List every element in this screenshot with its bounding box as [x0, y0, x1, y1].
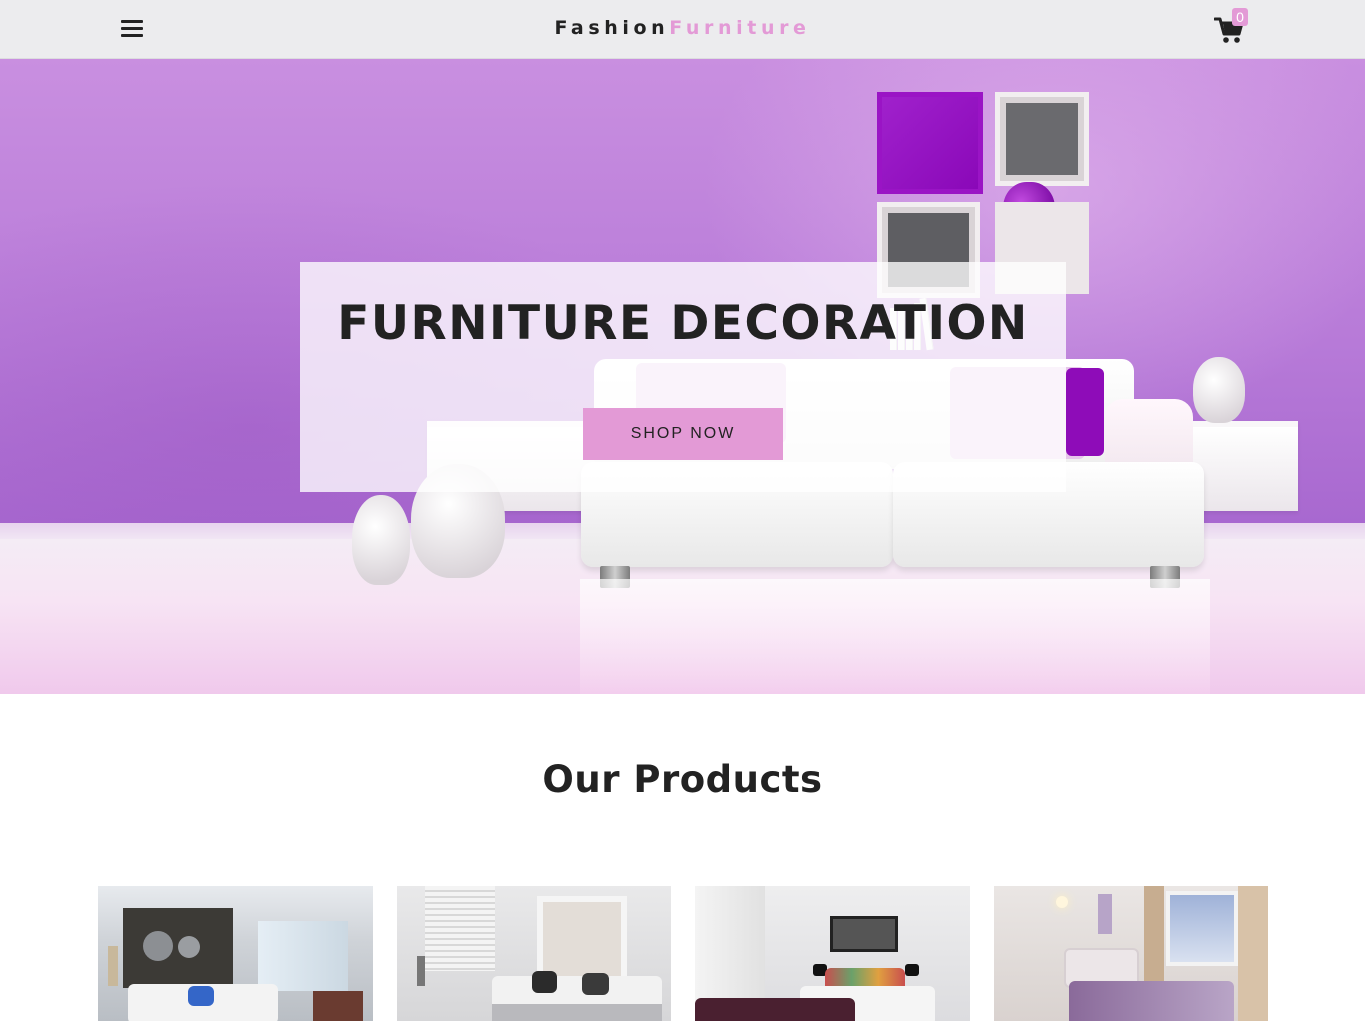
- products-section-title: Our Products: [542, 758, 823, 801]
- brand-name-primary: Fashion: [554, 17, 670, 39]
- product-card[interactable]: [695, 886, 970, 1021]
- wall-shelf-open-top: [995, 92, 1089, 186]
- pillow-purple: [1066, 368, 1104, 456]
- white-vase-right: [1193, 357, 1245, 423]
- hero-banner: FURNITURE DECORATION SHOP NOW: [0, 59, 1365, 694]
- wall-shelf-purple: [877, 92, 983, 194]
- product-card[interactable]: [994, 886, 1268, 1021]
- white-vase-small: [352, 495, 410, 585]
- bedroom-photo-4: [994, 886, 1268, 1021]
- bedroom-photo-2: [397, 886, 671, 1021]
- product-card[interactable]: [397, 886, 671, 1021]
- floor-reflection: [580, 579, 1210, 694]
- brand-name-accent: Furniture: [669, 17, 811, 39]
- bedroom-photo-3: [695, 886, 970, 1021]
- bedroom-photo-1: [98, 886, 373, 1021]
- cart-button[interactable]: 0: [1214, 8, 1250, 46]
- site-header: FashionFurniture 0: [0, 0, 1365, 59]
- hero-title: FURNITURE DECORATION: [337, 296, 1029, 351]
- brand-logo[interactable]: FashionFurniture: [0, 17, 1365, 39]
- cart-count-badge: 0: [1232, 8, 1248, 26]
- shop-now-button[interactable]: SHOP NOW: [583, 408, 783, 460]
- product-card[interactable]: [98, 886, 373, 1021]
